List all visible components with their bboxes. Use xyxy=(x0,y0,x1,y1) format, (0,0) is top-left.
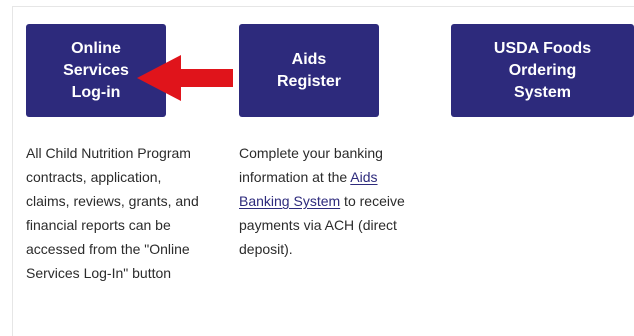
online-services-desc-line: accessed from the "Online xyxy=(26,241,190,257)
aids-desc-line-2: information at the Aids xyxy=(239,165,414,189)
online-services-desc-line: claims, reviews, grants, and xyxy=(26,193,199,209)
aids-desc-line-3: Banking System to receive xyxy=(239,189,414,213)
online-services-description: All Child Nutrition Program contracts, a… xyxy=(26,141,216,285)
aids-banking-system-link-part2[interactable]: Banking System xyxy=(239,193,340,209)
online-services-desc-line: financial reports can be xyxy=(26,217,171,233)
aids-register-button[interactable]: Aids Register xyxy=(239,24,379,117)
aids-desc-line-2-text: information at the xyxy=(239,169,351,185)
aids-desc-line-3-text: to receive xyxy=(340,193,405,209)
online-services-desc-line: contracts, application, xyxy=(26,169,162,185)
usda-foods-ordering-button[interactable]: USDA Foods Ordering System xyxy=(451,24,634,117)
aids-desc-line-4: payments via ACH (direct xyxy=(239,217,397,233)
aids-banking-system-link-part1[interactable]: Aids xyxy=(350,169,377,185)
online-services-desc-line: Services Log-In" button xyxy=(26,265,172,281)
aids-desc-line-1: Complete your banking xyxy=(239,145,383,161)
online-services-desc-line: All Child Nutrition Program xyxy=(26,145,191,161)
online-services-login-label: Online Services Log-in xyxy=(63,39,129,101)
usda-foods-ordering-label: USDA Foods Ordering System xyxy=(493,39,592,101)
aids-register-label: Aids Register xyxy=(276,50,342,90)
aids-register-description: Complete your banking information at the… xyxy=(239,141,414,261)
red-arrow-icon xyxy=(137,55,233,101)
aids-desc-line-5: deposit). xyxy=(239,241,293,257)
